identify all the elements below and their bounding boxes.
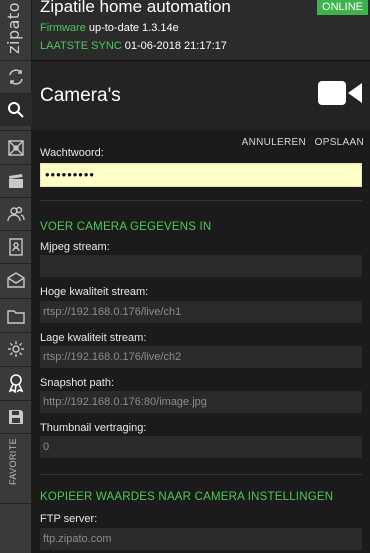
firmware-value: up-to-date 1.3.14e <box>88 22 179 34</box>
mjpeg-input[interactable] <box>40 255 362 277</box>
search-icon[interactable] <box>0 94 32 126</box>
clapper-icon[interactable] <box>0 165 32 197</box>
ftp-server-label: FTP server: <box>40 513 98 525</box>
users-icon[interactable] <box>0 198 32 230</box>
sync-value: 01-06-2018 21:17:17 <box>124 40 227 52</box>
password-label: Wachtwoord: <box>40 148 104 159</box>
thumbnail-delay-label: Thumbnail vertraging: <box>40 422 147 434</box>
low-quality-label: Lage kwaliteit stream: <box>40 332 147 344</box>
status-header: Zipatile home automation ONLINE Firmware… <box>32 0 370 60</box>
firmware-label: Firmware <box>40 22 86 34</box>
favorite-tab[interactable]: FAVORITE <box>0 432 32 502</box>
low-quality-input[interactable]: rtsp://192.168.0.176/live/ch2 <box>40 346 362 368</box>
page-title: Camera's <box>40 85 121 106</box>
floppy-icon[interactable] <box>0 401 32 433</box>
section-copy-settings: KOPIEER WAARDES NAAR CAMERA INSTELLINGEN <box>40 491 334 503</box>
favorite-label: FAVORITE <box>8 438 18 486</box>
password-field[interactable]: ••••••••• <box>40 163 362 187</box>
high-quality-input[interactable]: rtsp://192.168.0.176/live/ch1 <box>40 301 362 323</box>
gear-icon[interactable] <box>0 333 32 365</box>
mjpeg-label: Mjpeg stream: <box>40 241 110 253</box>
video-camera-icon <box>318 81 362 105</box>
brand-logo: zipato <box>0 0 32 60</box>
firmware-row: Firmware up-to-date 1.3.14e <box>40 22 179 34</box>
sync-icon[interactable] <box>0 61 32 93</box>
save-button[interactable]: OPSLAAN <box>315 137 364 148</box>
high-quality-label: Hoge kwaliteit stream: <box>40 286 149 298</box>
camera-form: Wachtwoord: ••••••••• VOER CAMERA GEGEVE… <box>32 148 370 553</box>
sync-label: LAATSTE SYNC <box>40 40 122 52</box>
snapshot-label: Snapshot path: <box>40 377 115 389</box>
cancel-button[interactable]: ANNULEREN <box>242 137 306 148</box>
section-camera-details: VOER CAMERA GEGEVENS IN <box>40 221 212 233</box>
phone-book-icon[interactable] <box>0 231 32 263</box>
folder-icon[interactable] <box>0 300 32 332</box>
ftp-server-input[interactable]: ftp.zipato.com <box>40 528 362 550</box>
sidebar: zipato FAVORITE <box>0 0 32 553</box>
page-header: Camera's <box>32 60 370 130</box>
snapshot-input[interactable]: http://192.168.0.176:80/image.jpg <box>40 391 362 413</box>
network-icon[interactable] <box>0 132 32 164</box>
mail-icon[interactable] <box>0 264 32 296</box>
thumbnail-delay-input[interactable]: 0 <box>40 436 362 458</box>
status-badge: ONLINE <box>317 0 368 15</box>
app-title: Zipatile home automation <box>40 0 231 16</box>
award-icon[interactable] <box>0 367 32 399</box>
sync-row: LAATSTE SYNC 01-06-2018 21:17:17 <box>40 40 227 52</box>
brand-text: zipato <box>4 2 23 54</box>
